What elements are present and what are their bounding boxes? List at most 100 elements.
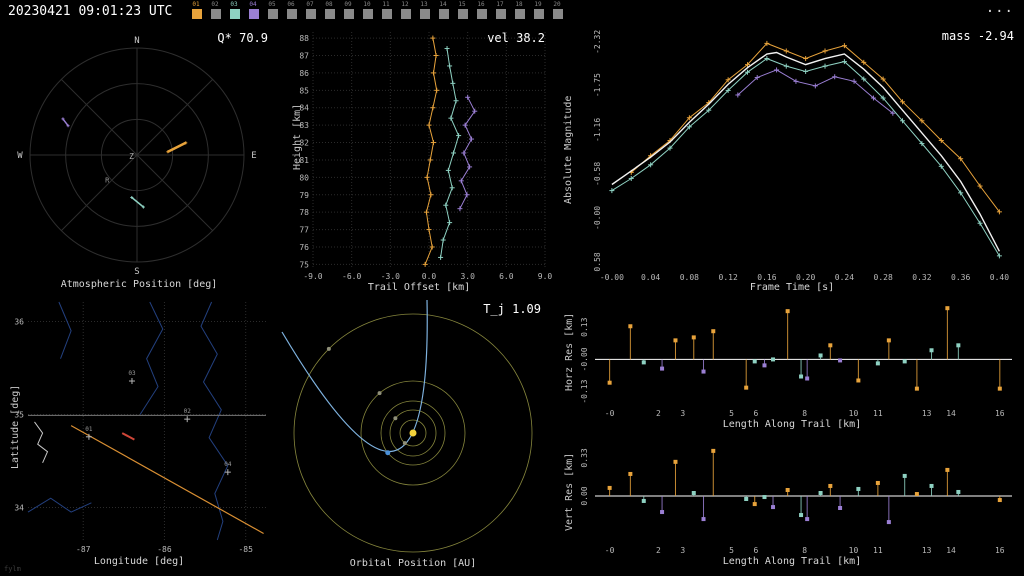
utc-timestamp: 20230421 09:01:23 UTC [8,4,173,19]
station-toggle-15[interactable]: 15 [458,2,469,19]
horz-length-caption: Length Along Trail [km] [722,419,862,430]
svg-text:-0: -0 [605,546,615,555]
station-id-label: 13 [420,1,428,8]
svg-text:-3.0: -3.0 [381,272,400,281]
svg-text:-6.0: -6.0 [342,272,361,281]
svg-text:10: 10 [849,546,859,555]
station-toggle-09[interactable]: 09 [344,2,355,19]
svg-text:01: 01 [85,426,93,433]
svg-text:0.58: 0.58 [593,252,602,271]
atmospheric-position-plot: NSEW ZR [17,36,256,277]
svg-text:S: S [134,267,139,277]
station-toggle-10[interactable]: 10 [363,2,374,19]
svg-text:2: 2 [656,409,661,418]
svg-text:87: 87 [299,52,309,61]
station-toggle-17[interactable]: 17 [496,2,507,19]
station-color-swatch [211,9,222,19]
station-color-swatch [477,9,488,19]
svg-text:0.28: 0.28 [874,273,893,282]
horz-res-axis-label: Horz Res [km] [564,312,575,391]
svg-text:2: 2 [656,546,661,555]
station-toggle-05[interactable]: 05 [268,2,279,19]
atmospheric-caption: Atmospheric Position [deg] [60,279,218,290]
station-toggle-03[interactable]: 03 [230,2,241,19]
station-toggle-11[interactable]: 11 [382,2,393,19]
svg-text:3: 3 [680,546,685,555]
station-color-swatch [344,9,355,19]
station-toggle-19[interactable]: 19 [534,2,545,19]
station-toggle-12[interactable]: 12 [401,2,412,19]
station-id-label: 02 [211,1,219,8]
station-id-label: 03 [230,1,238,8]
svg-text:16: 16 [995,546,1005,555]
svg-text:8: 8 [802,409,807,418]
station-id-label: 18 [515,1,523,8]
svg-text:0.36: 0.36 [951,273,970,282]
mass-stat: mass -2.94 [941,29,1014,43]
meteor-dashboard: 20230421 09:01:23 UTC 01 02 03 04 05 06 07 08 09… [0,0,1024,576]
svg-text:-0: -0 [605,409,615,418]
station-toggle-01[interactable]: 01 [192,2,203,19]
station-toggle-06[interactable]: 06 [287,2,298,19]
orbital-caption: Orbital Position [AU] [349,558,477,569]
svg-text:77: 77 [299,226,309,235]
svg-text:0.0: 0.0 [422,272,437,281]
svg-text:03: 03 [128,370,136,377]
orbital-position-plot [281,299,533,553]
station-id-label: 04 [249,1,257,8]
svg-text:-2.32: -2.32 [593,30,602,54]
station-id-label: 11 [382,1,390,8]
station-id-label: 19 [534,1,542,8]
horizontal-residuals-plot: -0 2 3 5 6 8 10 11 13 14 16 0.13 -0.00 -0.13 [580,306,1012,418]
station-color-swatch [553,9,564,19]
station-toggle-20[interactable]: 20 [553,2,564,19]
station-toggle-13[interactable]: 13 [420,2,431,19]
svg-text:E: E [251,151,256,161]
svg-text:14: 14 [946,409,956,418]
station-toggle-04[interactable]: 04 [249,2,260,19]
svg-text:-0.58: -0.58 [593,162,602,186]
svg-text:79: 79 [299,191,309,200]
svg-text:75: 75 [299,260,309,269]
station-color-swatch [515,9,526,19]
station-id-label: 06 [287,1,295,8]
svg-text:0.16: 0.16 [757,273,776,282]
station-toggle-14[interactable]: 14 [439,2,450,19]
magnitude-axis-label: Absolute Magnitude [563,95,574,204]
station-id-label: 12 [401,1,409,8]
svg-text:W: W [17,151,23,161]
svg-text:0.32: 0.32 [912,273,931,282]
svg-text:3: 3 [680,409,685,418]
station-color-swatch [534,9,545,19]
svg-text:0.00: 0.00 [580,486,589,505]
svg-text:6: 6 [754,409,759,418]
station-toggle-16[interactable]: 16 [477,2,488,19]
svg-text:-0.13: -0.13 [580,379,589,403]
svg-text:-1.75: -1.75 [593,73,602,97]
svg-text:-9.0: -9.0 [303,272,322,281]
station-color-swatch [230,9,241,19]
station-color-swatch [287,9,298,19]
svg-text:-1.16: -1.16 [593,118,602,142]
svg-text:0.12: 0.12 [719,273,738,282]
svg-text:9.0: 9.0 [538,272,553,281]
station-id-label: 01 [192,1,200,8]
station-toggle-02[interactable]: 02 [211,2,222,19]
station-id-label: 05 [268,1,276,8]
latitude-axis-label: Latitude [deg] [10,384,21,469]
station-color-swatch [458,9,469,19]
station-id-label: 20 [553,1,561,8]
svg-text:Z: Z [129,152,134,161]
station-toggle-18[interactable]: 18 [515,2,526,19]
svg-text:5: 5 [729,409,734,418]
station-id-label: 17 [496,1,504,8]
svg-text:-85: -85 [238,545,253,554]
station-toggle-07[interactable]: 07 [306,2,317,19]
svg-text:N: N [134,36,139,46]
svg-text:-86: -86 [157,545,172,554]
station-toggle-08[interactable]: 08 [325,2,336,19]
frame-time-caption: Frame Time [s] [749,282,835,293]
svg-text:86: 86 [299,69,309,78]
overflow-menu-button[interactable]: ... [986,0,1014,16]
station-toggle-row: 01 02 03 04 05 06 07 08 09 10 11 12 13 14 15 16 17 18 19 20 [192,2,564,19]
